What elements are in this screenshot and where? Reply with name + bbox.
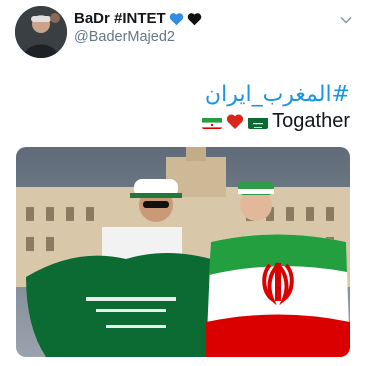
display-name[interactable]: BaDr #INTET <box>74 10 166 27</box>
tweet-text: Togather <box>272 110 350 132</box>
blue-heart-icon <box>169 12 183 25</box>
tweet-card: BaDr #INTET @BaderMajed2 #المغرب_ايران T… <box>0 0 366 366</box>
red-heart-icon <box>227 114 244 129</box>
tweet-photo[interactable] <box>16 147 350 357</box>
user-handle[interactable]: @BaderMajed2 <box>74 29 175 45</box>
name-row: BaDr #INTET <box>74 10 202 27</box>
saudi-flag-icon <box>248 115 269 129</box>
chevron-down-icon[interactable] <box>340 14 352 26</box>
hashtag-link[interactable]: #المغرب_ايران <box>205 82 350 107</box>
tweet-text-row: Togather <box>202 110 350 133</box>
iran-flag-icon <box>202 115 223 129</box>
avatar[interactable] <box>15 6 67 58</box>
black-heart-icon <box>187 12 201 25</box>
